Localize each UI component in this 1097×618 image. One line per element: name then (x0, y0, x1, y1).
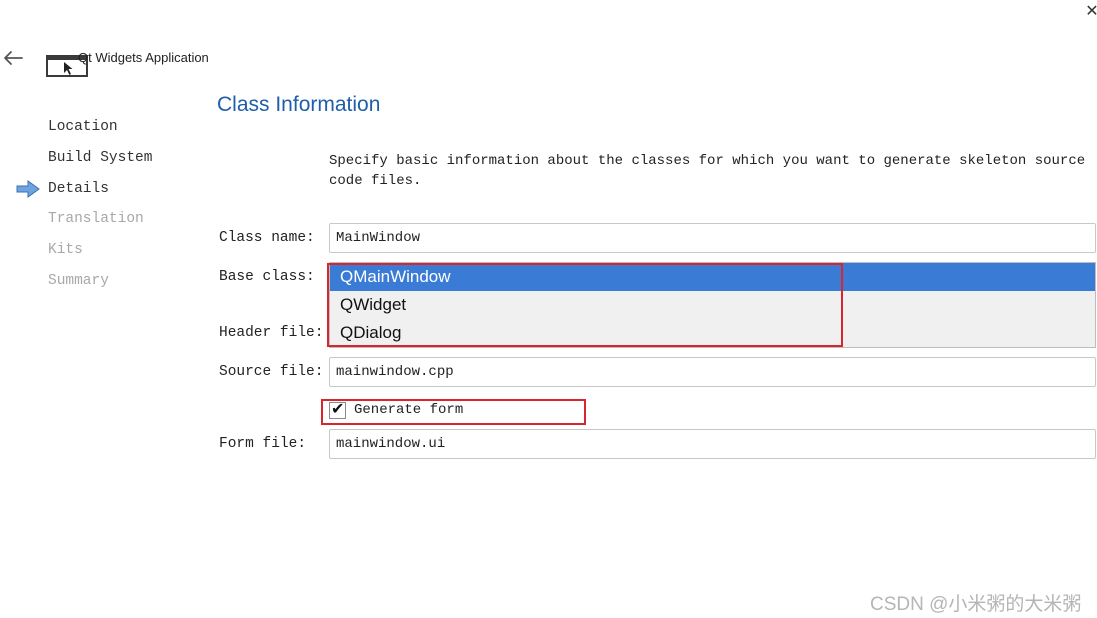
step-summary: Summary (0, 266, 200, 297)
step-location: Location (0, 112, 200, 143)
close-button[interactable]: ✕ (1080, 0, 1097, 24)
step-build-system: Build System (0, 143, 200, 174)
base-class-option-qdialog[interactable]: QDialog (330, 319, 1095, 347)
generate-form-checkbox[interactable]: ✔ (329, 398, 346, 419)
page-title: Class Information (217, 93, 381, 116)
source-file-label: Source file: (219, 364, 324, 380)
step-translation: Translation (0, 204, 200, 235)
step-label: Location (48, 119, 118, 135)
step-label: Details (48, 180, 109, 197)
wizard-steps: Location Build System Details Translatio… (0, 112, 200, 297)
step-label: Translation (48, 211, 144, 228)
base-class-label: Base class: (219, 269, 315, 285)
form-file-label: Form file: (219, 436, 307, 452)
generate-form-label: Generate form (354, 402, 464, 418)
watermark: CSDN @小米粥的大米粥 (870, 594, 1082, 615)
step-label: Summary (48, 272, 109, 289)
arrow-right-icon (16, 179, 40, 198)
close-icon: ✕ (1085, 1, 1097, 20)
step-label: Build System (48, 149, 153, 166)
base-class-dropdown[interactable]: QMainWindow QWidget QDialog (329, 262, 1096, 348)
class-name-input[interactable] (329, 223, 1096, 253)
source-file-input[interactable] (329, 357, 1096, 387)
step-kits: Kits (0, 235, 200, 266)
header-file-label: Header file: (219, 325, 324, 341)
base-class-option-qwidget[interactable]: QWidget (330, 291, 1095, 319)
class-name-label: Class name: (219, 230, 315, 246)
page-description: Specify basic information about the clas… (329, 153, 1086, 189)
base-class-option-qmainwindow[interactable]: QMainWindow (330, 263, 1095, 291)
arrow-left-icon (4, 51, 23, 65)
back-button[interactable] (0, 44, 28, 72)
step-details: Details (0, 174, 200, 205)
form-file-input[interactable] (329, 429, 1096, 459)
window-title: Qt Widgets Application (78, 50, 209, 65)
step-label: Kits (48, 242, 83, 259)
generate-form-checkbox-row[interactable]: ✔ Generate form (329, 399, 463, 421)
checkmark-icon: ✔ (331, 398, 345, 418)
